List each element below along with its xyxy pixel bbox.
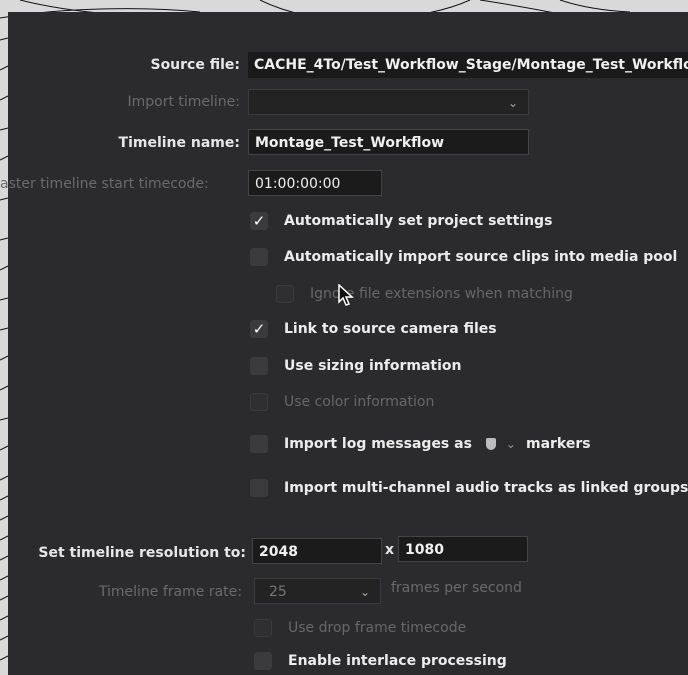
option-ignore-extensions: Ignore file extensions when matching — [276, 282, 573, 306]
timeline-name-field[interactable]: Montage_Test_Workflow — [248, 129, 529, 155]
frame-rate-label: Timeline frame rate: — [98, 584, 242, 600]
import-timeline-label: Import timeline: — [127, 94, 240, 110]
option-label: Automatically set project settings — [284, 213, 553, 229]
start-timecode-label: aster timeline start timecode: — [0, 176, 209, 192]
checkbox-icon[interactable] — [250, 435, 268, 453]
option-label: Use color information — [284, 394, 435, 410]
option-label: Import log messages as — [284, 436, 472, 452]
frame-rate-unit: frames per second — [391, 580, 522, 596]
source-file-field[interactable]: CACHE_4To/Test_Workflow_Stage/Montage_Te… — [248, 52, 688, 78]
option-color-info: Use color information — [250, 390, 434, 414]
option-label: Use sizing information — [284, 358, 462, 374]
option-label: Use drop frame timecode — [288, 620, 467, 636]
checkbox-icon[interactable] — [254, 652, 272, 670]
option-label: Enable interlace processing — [288, 653, 507, 669]
checkbox-icon[interactable] — [250, 479, 268, 497]
source-file-label: Source file: — [150, 57, 240, 73]
marker-color-icon[interactable] — [485, 438, 496, 450]
resolution-width-field[interactable]: 2048 — [252, 538, 382, 564]
markers-label: markers — [525, 436, 591, 452]
mouse-pointer-icon — [338, 284, 354, 306]
resolution-height-field[interactable]: 1080 — [398, 536, 528, 562]
checkbox-disabled-icon — [254, 619, 272, 637]
checkbox-icon[interactable] — [250, 248, 268, 266]
chevron-down-icon: ⌄ — [359, 585, 370, 599]
option-link-camera-files[interactable]: ✓ Link to source camera files — [250, 317, 497, 341]
option-label: Automatically import source clips into m… — [284, 249, 678, 265]
option-multichannel-audio[interactable]: Import multi-channel audio tracks as lin… — [250, 476, 688, 500]
chevron-down-icon: ⌄ — [507, 96, 518, 110]
checkbox-checked-icon[interactable]: ✓ — [250, 320, 268, 338]
frame-rate-value: 25 — [269, 584, 287, 600]
option-auto-import-clips[interactable]: Automatically import source clips into m… — [250, 245, 677, 269]
import-timeline-dialog: Source file: CACHE_4To/Test_Workflow_Sta… — [0, 12, 688, 675]
option-drop-frame: Use drop frame timecode — [254, 616, 466, 640]
import-timeline-select[interactable]: ⌄ — [248, 89, 529, 115]
option-label: Import multi-channel audio tracks as lin… — [284, 480, 688, 496]
option-label: Link to source camera files — [284, 321, 497, 337]
option-log-messages[interactable]: Import log messages as ⌄ markers — [250, 432, 591, 456]
checkbox-icon[interactable] — [250, 357, 268, 375]
checkbox-checked-icon[interactable]: ✓ — [250, 212, 268, 230]
chevron-down-icon[interactable]: ⌄ — [506, 437, 516, 451]
start-timecode-field[interactable]: 01:00:00:00 — [248, 170, 382, 196]
timeline-name-label: Timeline name: — [118, 135, 240, 151]
checkbox-disabled-icon — [276, 285, 294, 303]
option-interlace[interactable]: Enable interlace processing — [254, 649, 507, 673]
frame-rate-select[interactable]: 25 ⌄ — [254, 578, 381, 604]
resolution-separator: x — [385, 542, 395, 558]
option-sizing-info[interactable]: Use sizing information — [250, 354, 462, 378]
resolution-label: Set timeline resolution to: — [38, 545, 246, 561]
checkbox-disabled-icon — [250, 393, 268, 411]
option-auto-project-settings[interactable]: ✓ Automatically set project settings — [250, 209, 552, 233]
